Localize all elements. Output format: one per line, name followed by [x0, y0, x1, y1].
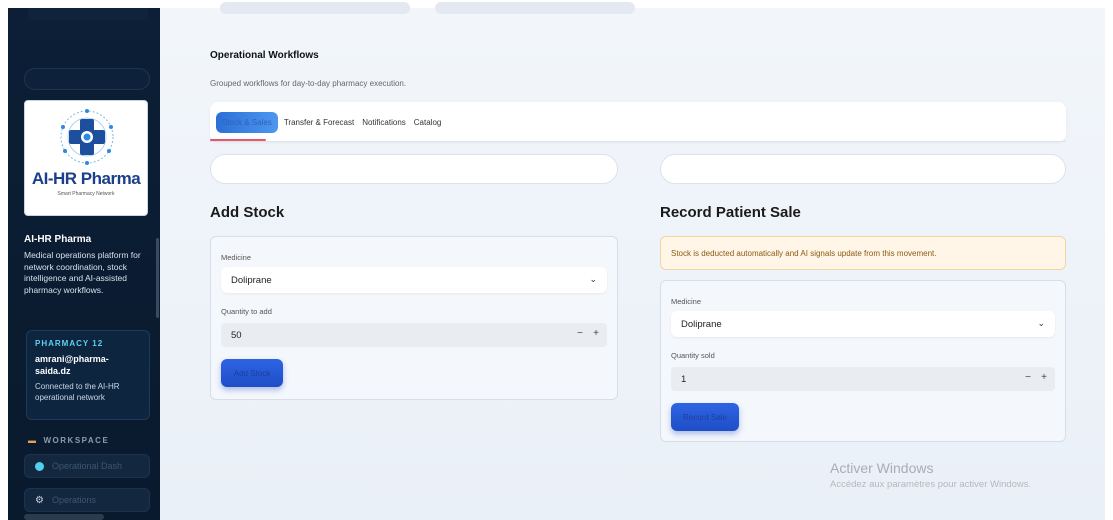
- workflow-tabs: Stock & Sales Transfer & Forecast Notifi…: [210, 102, 1066, 142]
- select-value: Doliprane: [681, 318, 722, 330]
- select-value: Doliprane: [231, 274, 272, 286]
- pharmacy-card: PHARMACY 12 amrani@pharma-saida.dz Conne…: [26, 330, 150, 420]
- sidebar-item-label: Operations: [51, 495, 96, 505]
- section-title: Operational Workflows: [210, 50, 319, 61]
- pharmacy-badge: PHARMACY 12: [35, 339, 104, 348]
- add-stock-button[interactable]: Add Stock: [221, 359, 283, 387]
- record-sale-medicine-select[interactable]: Doliprane ⌄: [671, 311, 1055, 337]
- gear-icon: ⚙: [35, 494, 44, 506]
- top-faded-element: [435, 2, 635, 14]
- stock-deduction-notice: Stock is deducted automatically and AI s…: [660, 236, 1066, 270]
- pharma-cross-logo-icon: [60, 109, 114, 165]
- empty-pill-right: [660, 154, 1066, 184]
- brand-description: Medical operations platform for network …: [24, 250, 141, 295]
- sidebar-search-input[interactable]: [24, 68, 150, 90]
- add-stock-form: Medicine Doliprane ⌄ Quantity to add 50 …: [210, 236, 618, 400]
- plus-icon[interactable]: +: [593, 328, 599, 339]
- logo-title: AI-HR Pharma: [31, 169, 141, 188]
- sidebar-item-operational-dashboard[interactable]: Operational Dash: [24, 454, 150, 478]
- sidebar-horizontal-scrollbar[interactable]: [24, 514, 104, 520]
- add-stock-quantity-stepper[interactable]: 50 − +: [221, 323, 607, 347]
- watermark-title: Activer Windows: [830, 460, 934, 476]
- workspace-heading-label: WORKSPACE: [43, 436, 110, 445]
- watermark-subtitle: Accédez aux paramètres pour activer Wind…: [830, 479, 1032, 490]
- record-sale-quantity-stepper[interactable]: 1 − +: [671, 367, 1055, 391]
- section-subtitle: Grouped workflows for day-to-day pharmac…: [210, 79, 407, 88]
- pharmacy-email: amrani@pharma-saida.dz: [35, 354, 109, 376]
- workspace-heading: ▬ WORKSPACE: [28, 436, 109, 445]
- active-tab-indicator: [210, 139, 266, 141]
- quantity-value: 1: [681, 373, 687, 385]
- sidebar-scrollbar[interactable]: [156, 238, 159, 318]
- record-sale-heading: Record Patient Sale: [660, 204, 801, 221]
- sidebar-item-operations[interactable]: ⚙ Operations: [24, 488, 150, 512]
- tab-stock-sales[interactable]: Stock & Sales: [216, 111, 278, 133]
- brand-logo: AI-HR Pharma Smart Pharmacy Network: [24, 100, 148, 216]
- sidebar: AI-HR Pharma Smart Pharmacy Network AI-H…: [8, 8, 160, 520]
- add-stock-medicine-select[interactable]: Doliprane ⌄: [221, 267, 607, 293]
- pharmacy-status: Connected to the AI-HR operational netwo…: [35, 382, 120, 402]
- main-content: Operational Workflows Grouped workflows …: [160, 2, 1105, 520]
- medicine-label: Medicine: [671, 297, 702, 306]
- tab-catalog[interactable]: Catalog: [412, 113, 444, 132]
- empty-pill-left: [210, 154, 618, 184]
- minus-icon[interactable]: −: [1025, 372, 1031, 383]
- logo-subtitle: Smart Pharmacy Network: [57, 191, 115, 197]
- quantity-label: Quantity to add: [221, 307, 272, 316]
- windows-activation-watermark: Activer Windows Accédez aux paramètres p…: [830, 460, 1031, 490]
- tab-divider: [210, 141, 1066, 142]
- record-sale-form: Medicine Doliprane ⌄ Quantity sold 1 − +…: [660, 280, 1066, 442]
- top-faded-element: [220, 2, 410, 14]
- workspace-icon: ▬: [28, 436, 38, 445]
- plus-icon[interactable]: +: [1041, 372, 1047, 383]
- chevron-down-icon: ⌄: [1037, 318, 1045, 328]
- quantity-label: Quantity sold: [671, 351, 715, 360]
- brand-name: AI-HR Pharma: [24, 234, 92, 245]
- dot-icon: [35, 461, 44, 471]
- tab-transfer-forecast[interactable]: Transfer & Forecast: [282, 113, 356, 132]
- sidebar-item-label: Operational Dash: [52, 461, 123, 471]
- minus-icon[interactable]: −: [577, 328, 583, 339]
- quantity-value: 50: [231, 329, 242, 341]
- medicine-label: Medicine: [221, 253, 252, 262]
- chevron-down-icon: ⌄: [589, 274, 597, 284]
- tab-notifications[interactable]: Notifications: [360, 113, 408, 132]
- record-sale-button[interactable]: Record Sale: [671, 403, 739, 431]
- add-stock-heading: Add Stock: [210, 204, 285, 221]
- sidebar-top-faded-item: [28, 8, 148, 20]
